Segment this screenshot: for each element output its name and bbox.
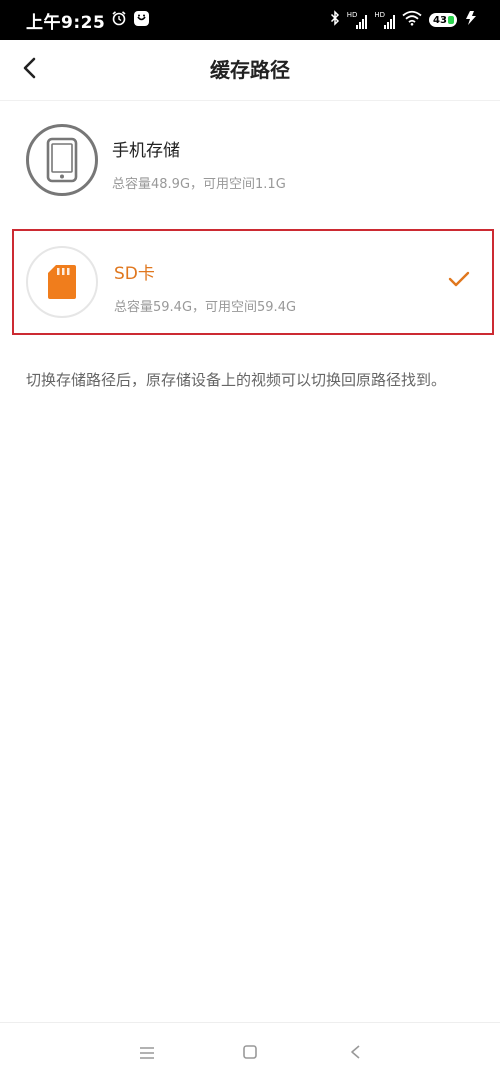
storage-capacity: 总容量48.9G，可用空间1.1G: [112, 177, 286, 192]
storage-name: 手机存储: [112, 141, 180, 161]
battery-icon: 43: [429, 13, 457, 27]
status-bar: 上午9:25 HD HD 43: [0, 0, 500, 40]
storage-option-phone[interactable]: 手机存储 总容量48.9G，可用空间1.1G: [12, 105, 494, 215]
status-time: 上午9:25: [26, 12, 106, 33]
storage-capacity: 总容量59.4G，可用空间59.4G: [114, 300, 297, 315]
checkmark-icon: [448, 271, 470, 291]
menu-icon: [139, 1045, 155, 1064]
back-triangle-icon: [349, 1044, 361, 1064]
phone-icon: [26, 124, 98, 196]
menu-button[interactable]: [132, 1039, 162, 1069]
home-button[interactable]: [235, 1039, 265, 1069]
charging-icon: [464, 10, 478, 30]
notification-app-icon: [133, 10, 150, 31]
storage-option-sd[interactable]: SD卡 总容量59.4G，可用空间59.4G: [12, 229, 494, 335]
page-title: 缓存路径: [210, 58, 290, 82]
bluetooth-icon: [330, 10, 340, 30]
home-square-icon: [242, 1044, 258, 1064]
signal-icon: HD: [374, 11, 395, 29]
app-header: 缓存路径: [0, 40, 500, 101]
back-button[interactable]: [14, 54, 46, 86]
system-nav-bar: [0, 1022, 500, 1085]
chevron-left-icon: [22, 57, 38, 83]
nav-back-button[interactable]: [340, 1039, 370, 1069]
alarm-icon: [111, 10, 127, 30]
signal-icon: HD: [347, 11, 368, 29]
sd-card-icon: [26, 246, 98, 318]
storage-name: SD卡: [114, 264, 155, 284]
wifi-icon: [402, 10, 422, 30]
storage-switch-tip: 切换存储路径后，原存储设备上的视频可以切换回原路径找到。: [26, 371, 447, 389]
